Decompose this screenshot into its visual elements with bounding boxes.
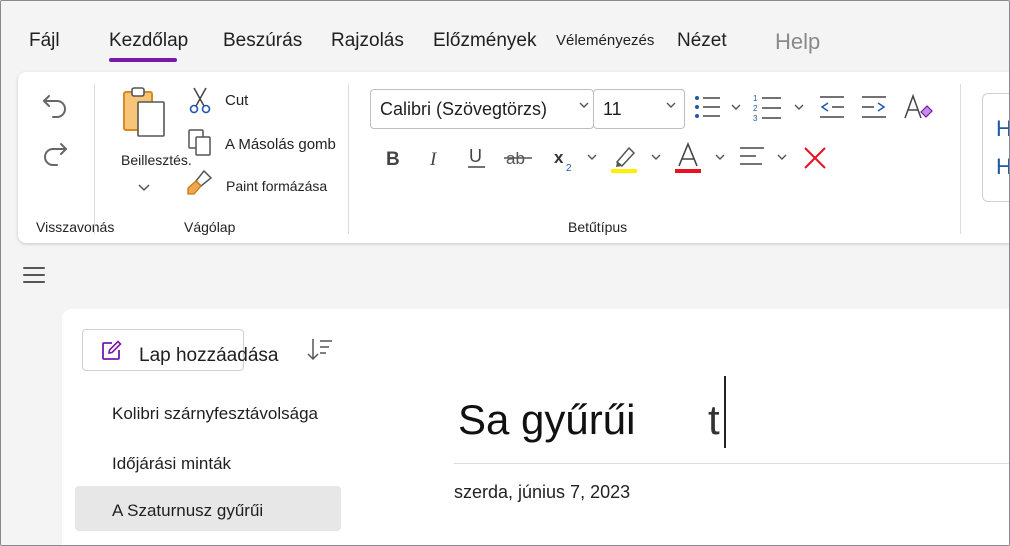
ribbon-divider xyxy=(94,84,95,234)
page-title[interactable]: Sa gyűrűi xyxy=(458,396,635,444)
ribbon-tabs: Fájl Kezdőlap Beszúrás Rajzolás Előzmény… xyxy=(1,1,1009,69)
tab-insert[interactable]: Beszúrás xyxy=(223,30,302,52)
onenote-window: Fájl Kezdőlap Beszúrás Rajzolás Előzmény… xyxy=(0,0,1010,546)
svg-text:I: I xyxy=(429,149,438,169)
undo-icon[interactable] xyxy=(40,90,70,120)
page-list-item[interactable]: Kolibri szárnyfesztávolsága xyxy=(75,389,341,434)
font-name-value: Calibri (Szövegtörzs) xyxy=(380,99,548,119)
chevron-down-icon[interactable] xyxy=(731,104,741,111)
scissors-icon xyxy=(189,87,211,114)
tab-home[interactable]: Kezdőlap xyxy=(109,30,188,52)
bulleted-list-icon[interactable] xyxy=(694,94,722,120)
svg-text:U: U xyxy=(469,146,482,166)
copy-label: A Másolás gomb xyxy=(225,136,336,153)
increase-indent-icon[interactable] xyxy=(860,94,888,120)
font-size-value: 11 xyxy=(603,99,622,119)
sort-icon[interactable] xyxy=(306,337,334,363)
italic-icon[interactable]: I xyxy=(426,147,446,169)
pages-panel: Lap hozzáadása Kolibri szárnyfesztávolsá… xyxy=(62,309,358,545)
chevron-down-icon xyxy=(579,102,589,108)
styles-gallery[interactable]: H H xyxy=(982,93,1009,202)
bold-icon[interactable]: B xyxy=(384,147,404,169)
svg-text:2: 2 xyxy=(566,163,572,174)
tab-help[interactable]: Help xyxy=(775,29,820,55)
align-left-icon[interactable] xyxy=(738,144,766,170)
decrease-indent-icon[interactable] xyxy=(818,94,846,120)
page-list-item-selected[interactable]: A Szaturnusz gyűrűi xyxy=(75,486,341,531)
undo-group-label: Visszavonás xyxy=(36,219,115,235)
page-date: szerda, június 7, 2023 xyxy=(454,482,631,502)
cut-label: Cut xyxy=(225,92,249,109)
style-heading1-preview: H xyxy=(996,116,1009,142)
svg-text:2: 2 xyxy=(753,104,758,113)
add-page-button[interactable]: Lap hozzáadása xyxy=(82,329,278,371)
svg-text:x: x xyxy=(554,148,564,167)
tab-file[interactable]: Fájl xyxy=(29,30,60,52)
new-page-icon xyxy=(102,340,122,360)
chevron-down-icon[interactable] xyxy=(777,154,787,161)
title-divider xyxy=(454,463,1009,464)
active-tab-indicator xyxy=(109,58,177,62)
chevron-down-icon[interactable] xyxy=(794,104,804,111)
ribbon-divider xyxy=(348,84,349,234)
redo-icon[interactable] xyxy=(40,138,70,168)
paintbrush-icon xyxy=(187,169,213,195)
chevron-down-icon xyxy=(666,102,676,108)
ribbon-panel: Visszavonás Beillesztés. Cut A Másolás g… xyxy=(18,72,1009,243)
clear-all-formatting-icon[interactable] xyxy=(803,146,827,170)
tab-draw[interactable]: Rajzolás xyxy=(331,30,404,52)
chevron-down-icon[interactable] xyxy=(587,154,597,161)
paste-icon xyxy=(123,87,165,137)
navigation-menu-icon[interactable] xyxy=(23,267,45,283)
page-title-tail[interactable]: t xyxy=(708,396,720,444)
format-painter-label: Paint formázása xyxy=(226,178,328,194)
add-page-label: Lap hozzáadása xyxy=(139,345,279,366)
clipboard-group-label: Vágólap xyxy=(184,219,236,235)
paste-label: Beillesztés. xyxy=(121,152,192,168)
chevron-down-icon[interactable] xyxy=(138,184,150,192)
tab-view[interactable]: Nézet xyxy=(677,30,727,52)
highlighter-icon[interactable] xyxy=(609,142,639,174)
numbered-list-icon[interactable]: 1 2 3 xyxy=(753,92,783,122)
style-heading2-preview: H xyxy=(996,154,1009,180)
font-color-icon[interactable] xyxy=(673,142,703,174)
tab-history[interactable]: Előzmények xyxy=(433,30,537,52)
underline-icon[interactable]: U xyxy=(466,144,488,170)
subscript-icon[interactable]: x 2 xyxy=(553,146,579,174)
chevron-down-icon[interactable] xyxy=(651,154,661,161)
svg-text:B: B xyxy=(386,149,400,169)
tab-review[interactable]: Véleményezés xyxy=(556,32,654,49)
font-group-label: Betűtípus xyxy=(568,219,628,235)
note-canvas[interactable]: Sa gyűrűi t szerda, június 7, 2023 xyxy=(358,309,1009,545)
text-cursor xyxy=(724,376,726,448)
copy-icon xyxy=(188,129,211,156)
ribbon-divider xyxy=(960,84,961,234)
strikethrough-icon[interactable]: ab xyxy=(504,146,534,170)
svg-text:1: 1 xyxy=(753,94,758,103)
svg-text:3: 3 xyxy=(753,114,758,122)
clear-formatting-icon[interactable] xyxy=(902,92,934,122)
font-name-dropdown[interactable]: Calibri (Szövegtörzs) xyxy=(370,89,594,129)
chevron-down-icon[interactable] xyxy=(715,154,725,161)
font-size-dropdown[interactable]: 11 xyxy=(593,89,685,129)
page-list-item[interactable]: Időjárási minták xyxy=(75,439,341,484)
